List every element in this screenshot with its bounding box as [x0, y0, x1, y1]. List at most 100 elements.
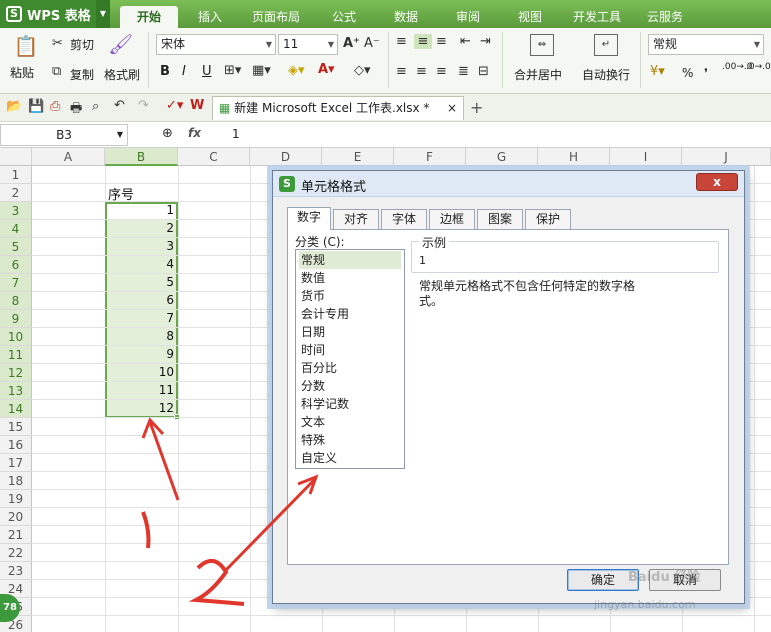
paste-icon[interactable]: 📋	[12, 34, 40, 58]
table-cell[interactable]: 3	[106, 239, 174, 253]
tab-cloud[interactable]: 云服务	[638, 6, 692, 28]
percent-button[interactable]: %	[682, 66, 693, 80]
column-header[interactable]: D	[250, 148, 322, 166]
row-header[interactable]: 23	[0, 562, 32, 580]
font-size-select[interactable]: 11 ▼	[278, 34, 338, 55]
wrap-text-button[interactable]: 自动换行	[582, 66, 630, 83]
save-icon[interactable]: 💾	[28, 99, 44, 114]
align-middle-icon[interactable]: ≡	[414, 34, 432, 49]
category-item[interactable]: 货币	[299, 287, 401, 305]
row-header[interactable]: 19	[0, 490, 32, 508]
indent-decrease-icon[interactable]: ⇤	[460, 34, 471, 49]
tab-view[interactable]: 视图	[506, 6, 554, 28]
table-cell[interactable]: 8	[106, 329, 174, 343]
borders-icon[interactable]: ⊞▾	[224, 63, 241, 78]
column-header[interactable]: E	[322, 148, 394, 166]
tab-review[interactable]: 审阅	[444, 6, 492, 28]
align-right-icon[interactable]: ≡	[436, 64, 447, 79]
category-item[interactable]: 文本	[299, 413, 401, 431]
category-item[interactable]: 会计专用	[299, 305, 401, 323]
currency-icon[interactable]: ¥▾	[650, 64, 665, 79]
align-center-icon[interactable]: ≡	[416, 64, 427, 79]
row-header[interactable]: 1	[0, 166, 32, 184]
category-item[interactable]: 分数	[299, 377, 401, 395]
row-header[interactable]: 2	[0, 184, 32, 202]
tab-border[interactable]: 边框	[429, 209, 475, 229]
row-header[interactable]: 22	[0, 544, 32, 562]
tab-alignment[interactable]: 对齐	[333, 209, 379, 229]
table-cell[interactable]: 10	[106, 365, 174, 379]
table-cell[interactable]: 2	[106, 221, 174, 235]
decrease-decimal-button[interactable]: .0→.00	[746, 62, 771, 72]
distribute-icon[interactable]: ⊟	[478, 64, 489, 79]
clear-format-icon[interactable]: ◇▾	[354, 63, 371, 78]
row-header[interactable]: 17	[0, 454, 32, 472]
align-bottom-icon[interactable]: ≡	[436, 34, 447, 49]
close-button[interactable]: x	[696, 173, 738, 191]
category-item[interactable]: 百分比	[299, 359, 401, 377]
wps-w-icon[interactable]: W	[190, 98, 204, 113]
formula-input[interactable]: 1	[232, 127, 240, 141]
table-cell[interactable]: 6	[106, 293, 174, 307]
row-header[interactable]: 6	[0, 256, 32, 274]
tab-page-layout[interactable]: 页面布局	[245, 6, 307, 28]
row-header[interactable]: 12	[0, 364, 32, 382]
column-header[interactable]: J	[682, 148, 771, 166]
category-item[interactable]: 数值	[299, 269, 401, 287]
row-header[interactable]: 11	[0, 346, 32, 364]
row-header[interactable]: 14	[0, 400, 32, 418]
fill-color-icon[interactable]: ◈▾	[288, 63, 305, 78]
column-header[interactable]: A	[32, 148, 105, 166]
tab-pattern[interactable]: 图案	[477, 209, 523, 229]
tab-number[interactable]: 数字	[287, 207, 331, 230]
tab-home[interactable]: 开始	[120, 6, 178, 28]
column-header[interactable]: I	[610, 148, 682, 166]
redo-icon[interactable]: ↷	[138, 98, 149, 113]
paste-button[interactable]: 粘贴	[10, 64, 34, 81]
comma-style-button[interactable]: ❜	[704, 66, 708, 80]
row-header[interactable]: 21	[0, 526, 32, 544]
name-box[interactable]: B3 ▼	[0, 124, 128, 146]
bold-button[interactable]: B	[160, 64, 170, 79]
row-header[interactable]: 10	[0, 328, 32, 346]
merge-center-button[interactable]: 合并居中	[514, 66, 562, 83]
table-cell[interactable]: 7	[106, 311, 174, 325]
dialog-title-bar[interactable]: S 单元格格式 x	[273, 171, 744, 197]
row-header[interactable]: 15	[0, 418, 32, 436]
column-header[interactable]: G	[466, 148, 538, 166]
category-item[interactable]: 时间	[299, 341, 401, 359]
category-item[interactable]: 日期	[299, 323, 401, 341]
app-menu-button[interactable]: S WPS 表格 ▼	[0, 0, 110, 28]
table-cell[interactable]: 1	[106, 203, 174, 217]
category-item[interactable]: 科学记数	[299, 395, 401, 413]
column-header[interactable]: H	[538, 148, 610, 166]
row-header[interactable]: 18	[0, 472, 32, 490]
print-icon[interactable]: 🖶	[70, 99, 82, 121]
decrease-font-icon[interactable]: A⁻	[364, 36, 380, 51]
tab-insert[interactable]: 插入	[186, 6, 234, 28]
customize-icon[interactable]: ✓▾	[166, 98, 183, 113]
row-header[interactable]: 4	[0, 220, 32, 238]
table-cell[interactable]: 12	[106, 401, 174, 415]
merge-center-icon[interactable]: ⇔	[530, 34, 554, 56]
row-header[interactable]: 3	[0, 202, 32, 220]
category-item[interactable]: 特殊	[299, 431, 401, 449]
tab-formulas[interactable]: 公式	[320, 6, 368, 28]
open-folder-icon[interactable]: 📂	[6, 99, 22, 114]
align-left-icon[interactable]: ≡	[396, 64, 407, 79]
increase-font-icon[interactable]: A⁺	[343, 36, 360, 51]
row-header[interactable]: 7	[0, 274, 32, 292]
row-header[interactable]: 20	[0, 508, 32, 526]
column-header[interactable]: F	[394, 148, 466, 166]
category-item[interactable]: 常规	[299, 251, 401, 269]
copy-button[interactable]: 复制	[70, 66, 94, 83]
zoom-icon[interactable]: ⊕	[162, 126, 173, 141]
row-header[interactable]: 5	[0, 238, 32, 256]
underline-button[interactable]: U	[202, 64, 212, 79]
row-header[interactable]: 9	[0, 310, 32, 328]
undo-icon[interactable]: ↶	[114, 98, 125, 113]
align-top-icon[interactable]: ≡	[396, 34, 407, 49]
cut-button[interactable]: 剪切	[70, 36, 94, 53]
pdf-icon[interactable]: ⎙	[50, 99, 60, 114]
column-header[interactable]: C	[178, 148, 250, 166]
